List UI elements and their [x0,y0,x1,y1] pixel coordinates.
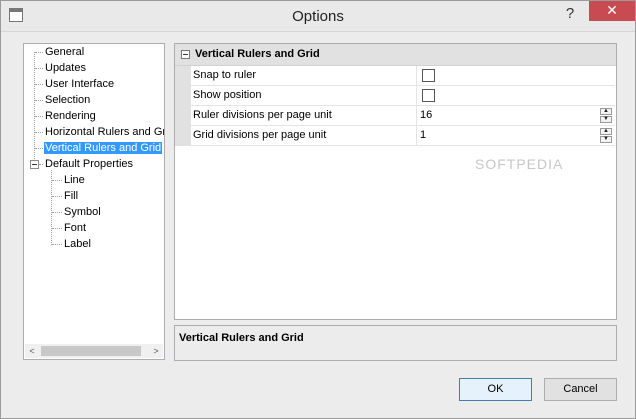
window-title: Options [292,8,344,25]
tree-guide-line [35,84,43,86]
tree-item-user-interface[interactable]: User Interface [44,77,115,92]
tree-guide-line [35,100,43,102]
property-value [416,86,615,106]
spin-down-icon[interactable]: ▼ [600,116,612,123]
property-name: Snap to ruler [191,66,417,86]
show-position-checkbox[interactable] [422,89,435,102]
property-value [416,66,615,86]
row-gutter [175,106,191,126]
ruler-divisions-spinner[interactable]: ▲ ▼ [600,108,612,124]
ruler-divisions-input[interactable]: 16 ▲ ▼ [416,106,615,126]
tree-guide-line [52,196,62,198]
spin-up-icon[interactable]: ▲ [600,128,612,135]
property-grid: Vertical Rulers and Grid Snap to ruler S… [174,43,617,320]
property-row: Grid divisions per page unit 1 ▲ ▼ [175,126,616,146]
row-gutter [175,66,191,86]
row-gutter [175,86,191,106]
tree-horizontal-scrollbar[interactable]: < > [25,344,163,358]
tree-guide-line [35,116,43,118]
property-name: Show position [191,86,417,106]
scroll-left-icon[interactable]: < [25,344,39,358]
options-tree: General Updates User Interface Selection… [23,43,165,360]
help-button[interactable]: ? [557,2,583,26]
grid-divisions-input[interactable]: 1 ▲ ▼ [416,126,615,146]
title-bar[interactable]: Options ? ✕ [1,1,635,32]
property-name: Grid divisions per page unit [191,126,417,146]
tree-guide-line [52,228,62,230]
tree-item-updates[interactable]: Updates [44,61,87,76]
collapse-icon[interactable] [30,160,39,169]
property-section-header[interactable]: Vertical Rulers and Grid [175,44,616,66]
tree-guide-line [35,148,43,150]
tree-guide-line [35,68,43,70]
row-gutter [175,126,191,146]
options-dialog: Options ? ✕ General Updates User Interfa… [0,0,636,419]
tree-item-rendering[interactable]: Rendering [44,109,97,124]
description-panel: Vertical Rulers and Grid [174,325,617,361]
spin-up-icon[interactable]: ▲ [600,108,612,115]
tree-item-default-properties[interactable]: Default Properties [44,157,134,172]
tree-item-line[interactable]: Line [63,173,86,188]
tree-item-fill[interactable]: Fill [63,189,79,204]
property-row: Ruler divisions per page unit 16 ▲ ▼ [175,106,616,126]
tree-item-horizontal-rulers-and-grid[interactable]: Horizontal Rulers and Grid [44,125,164,140]
property-section-title: Vertical Rulers and Grid [195,48,320,60]
tree-guide-line [35,52,43,54]
tree-guide-line [35,132,43,134]
tree-guide-line [52,180,62,182]
tree-item-selection[interactable]: Selection [44,93,91,108]
tree-item-label[interactable]: Label [63,237,92,252]
tree-item-font[interactable]: Font [63,221,87,236]
ok-button[interactable]: OK [459,378,532,401]
property-row: Snap to ruler [175,66,616,86]
close-button[interactable]: ✕ [589,1,635,21]
collapse-icon[interactable] [181,50,190,59]
property-name: Ruler divisions per page unit [191,106,417,126]
tree-guide-line [52,244,62,246]
property-row: Show position [175,86,616,106]
grid-divisions-value: 1 [420,129,427,141]
tree-item-vertical-rulers-and-grid[interactable]: Vertical Rulers and Grid [44,141,163,156]
cancel-button[interactable]: Cancel [544,378,617,401]
tree-guide-line [39,164,43,166]
ruler-divisions-value: 16 [420,109,433,121]
scroll-right-icon[interactable]: > [149,344,163,358]
description-title: Vertical Rulers and Grid [179,332,304,344]
scrollbar-thumb[interactable] [41,346,141,356]
grid-divisions-spinner[interactable]: ▲ ▼ [600,128,612,144]
watermark: SOFTPEDIA [475,156,564,172]
tree-guide-line [52,212,62,214]
tree-item-general[interactable]: General [44,45,85,60]
snap-to-ruler-checkbox[interactable] [422,69,435,82]
spin-down-icon[interactable]: ▼ [600,136,612,143]
tree-item-symbol[interactable]: Symbol [63,205,102,220]
